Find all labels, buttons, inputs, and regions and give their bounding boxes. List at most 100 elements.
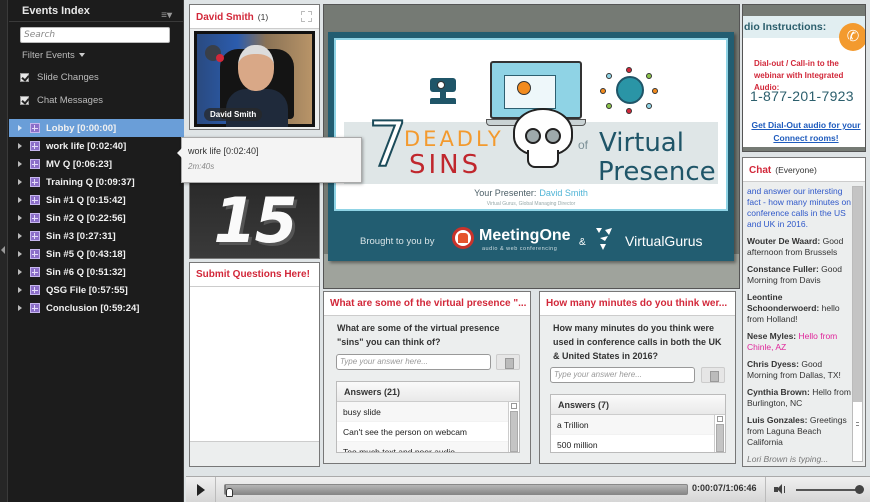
expand-arrow-icon[interactable] <box>18 233 22 239</box>
expand-arrow-icon[interactable] <box>18 143 22 149</box>
video-pod-name: David Smith <box>196 12 254 23</box>
expand-arrow-icon[interactable] <box>18 125 22 131</box>
expand-arrow-icon[interactable] <box>18 305 22 311</box>
event-item[interactable]: Conclusion [0:59:24] <box>9 299 184 317</box>
video-pod: David Smith (1) David Smith <box>189 4 320 130</box>
volume-icon[interactable] <box>774 484 788 496</box>
answer-row: 500 million <box>551 435 725 452</box>
event-label: Sin #6 Q [0:51:32] <box>46 266 126 278</box>
fullscreen-icon[interactable] <box>301 11 312 22</box>
chat-pod: Chat (Everyone) and answer our intersting… <box>742 157 866 467</box>
questions-area[interactable] <box>190 287 319 442</box>
slide-event-icon <box>30 285 40 295</box>
expand-arrow-icon[interactable] <box>18 179 22 185</box>
event-item[interactable]: Sin #3 [0:27:31] <box>9 227 184 245</box>
chat-message: Nese Myles: Hello from Chinle, AZ <box>747 331 852 353</box>
slide-word-virtual: Virtual <box>599 128 684 158</box>
expand-arrow-icon[interactable] <box>18 161 22 167</box>
search-input[interactable]: Search <box>20 27 170 43</box>
slide-word-sins: SINS <box>409 150 482 180</box>
event-item[interactable]: work life [0:02:40] <box>9 137 184 155</box>
submit-answer-button[interactable] <box>496 354 520 370</box>
dial-out-link[interactable]: Get Dial-Out audio for your Connect room… <box>751 119 861 145</box>
chat-scrollbar[interactable] <box>852 186 863 462</box>
connect-recording-player: Events Index ≡▾ Search Filter Events Sli… <box>0 0 870 502</box>
presenter-label: Your Presenter: <box>474 188 537 198</box>
video-pod-count: (1) <box>257 12 269 22</box>
audio-instructions-pod: dio Instructions: Dial-out / Call-in to … <box>742 4 866 152</box>
seek-bar[interactable] <box>224 484 688 497</box>
answers-scrollbar[interactable] <box>508 402 519 452</box>
slide-event-icon <box>30 267 40 277</box>
checkbox-checked-icon[interactable] <box>20 73 29 82</box>
share-pod: 7 DEADLY SINS of Virtual Presence Your P… <box>323 4 740 289</box>
webcam-video[interactable]: David Smith <box>194 31 315 127</box>
expand-arrow-icon[interactable] <box>18 215 22 221</box>
event-label: Training Q [0:09:37] <box>46 176 135 188</box>
checkbox-label: Chat Messages <box>37 95 104 106</box>
slide-word-deadly: DEADLY <box>404 127 504 151</box>
chat-author: Cynthia Brown: <box>747 387 810 397</box>
seek-handle[interactable] <box>225 488 233 497</box>
dot-icon <box>626 108 632 114</box>
expand-arrow-icon[interactable] <box>18 197 22 203</box>
slide-changes-checkbox[interactable]: Slide Changes <box>20 72 99 83</box>
sponsor-ampersand: & <box>579 237 586 248</box>
collapse-arrow-icon[interactable] <box>1 246 5 254</box>
volume-handle[interactable] <box>855 485 864 494</box>
expand-arrow-icon[interactable] <box>18 251 22 257</box>
chat-author: Wouter De Waard: <box>747 236 821 246</box>
webcam-icon <box>428 78 456 106</box>
event-item[interactable]: QSG File [0:57:55] <box>9 281 184 299</box>
filter-events-dropdown[interactable]: Filter Events <box>22 50 85 61</box>
dot-icon <box>652 88 658 94</box>
answer-row: busy slide <box>337 402 519 422</box>
event-item[interactable]: Lobby [0:00:00] <box>9 119 184 137</box>
poll-title: What are some of the virtual presence ".… <box>324 292 530 316</box>
chat-author: Leontine Schoonderwoerd: <box>747 292 820 313</box>
typing-indicator: Lori Brown is typing... <box>747 454 829 464</box>
qa-pod-title: Submit Questions Here! <box>190 263 319 287</box>
answers-scrollbar[interactable] <box>714 415 725 452</box>
globe-icon <box>616 76 644 104</box>
event-item[interactable]: MV Q [0:06:23] <box>9 155 184 173</box>
tooltip-duration: 2m:40s <box>188 162 215 171</box>
events-index-panel: Events Index ≡▾ Search Filter Events Sli… <box>0 0 184 502</box>
event-item[interactable]: Sin #6 Q [0:51:32] <box>9 263 184 281</box>
event-item[interactable]: Sin #1 Q [0:15:42] <box>9 191 184 209</box>
collapse-sidebar-handle[interactable] <box>0 0 8 502</box>
chat-messages-checkbox[interactable]: Chat Messages <box>20 95 103 106</box>
countdown-value: 15 <box>213 184 297 257</box>
chat-scope: (Everyone) <box>775 165 817 175</box>
event-item[interactable]: Sin #5 Q [0:43:18] <box>9 245 184 263</box>
submit-answer-button[interactable] <box>701 367 725 383</box>
time-display: 0:00:07/1:06:46 <box>692 483 757 493</box>
event-item[interactable]: Training Q [0:09:37] <box>9 173 184 191</box>
checkbox-checked-icon[interactable] <box>20 96 29 105</box>
expand-arrow-icon[interactable] <box>18 287 22 293</box>
slide-word-of: of <box>578 138 589 152</box>
slide-number-seven: 7 <box>367 108 408 181</box>
slide-word-presence: Presence <box>598 157 716 187</box>
presentation-slide: 7 DEADLY SINS of Virtual Presence Your P… <box>328 32 734 261</box>
answers-header: Answers (7) <box>551 395 725 415</box>
event-item[interactable]: Sin #2 Q [0:22:56] <box>9 209 184 227</box>
panel-menu-icon[interactable]: ≡▾ <box>161 5 172 27</box>
answers-list: Answers (7) a Trillion 500 million <box>550 394 726 453</box>
dot-icon <box>600 88 606 94</box>
event-label: Sin #2 Q [0:22:56] <box>46 212 126 224</box>
event-label: QSG File [0:57:55] <box>46 284 128 296</box>
brought-to-you-by: Brought to you by <box>360 236 435 247</box>
slide-presenter: Your Presenter: David Smith <box>336 188 726 198</box>
expand-arrow-icon[interactable] <box>18 269 22 275</box>
poll-question: How many minutes do you think were used … <box>553 323 722 361</box>
answer-input[interactable]: Type your answer here... <box>336 354 491 370</box>
volume-slider[interactable] <box>796 489 860 491</box>
poll-question: What are some of the virtual presence "s… <box>337 323 500 347</box>
answer-input[interactable]: Type your answer here... <box>550 367 695 383</box>
camera-pause-icon[interactable] <box>205 45 224 62</box>
event-label: MV Q [0:06:23] <box>46 158 112 170</box>
answers-header: Answers (21) <box>337 382 519 402</box>
presenter-role: Virtual Gurus, Global Managing Director <box>486 201 576 207</box>
play-button[interactable] <box>186 477 216 502</box>
